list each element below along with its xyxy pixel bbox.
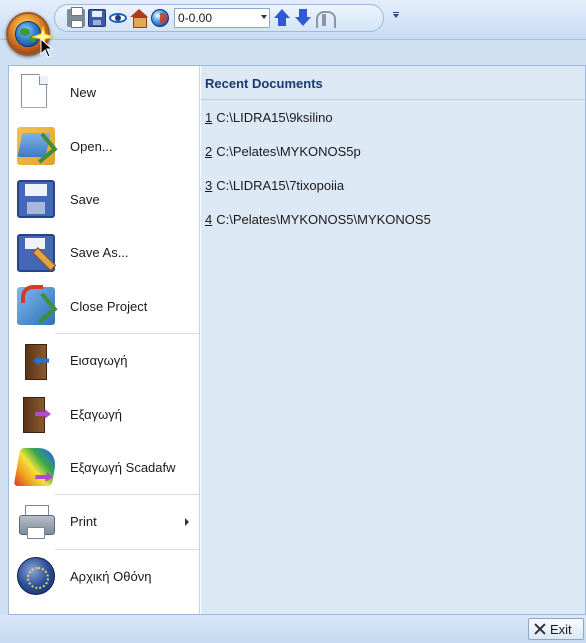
recent-documents-panel: Recent Documents 1 C:\LIDRA15\9ksilino 2…	[201, 66, 585, 614]
menu-item-label: Open...	[70, 138, 113, 154]
menu-item-open[interactable]: Open...	[9, 119, 199, 172]
menu-commands: New Open... Save Save As... Close Projec…	[9, 66, 200, 614]
menu-item-save-as[interactable]: Save As...	[9, 226, 199, 279]
export-icon	[17, 395, 55, 434]
menu-item-print[interactable]: Print	[9, 495, 199, 548]
print-icon[interactable]	[67, 7, 85, 28]
close-project-icon	[17, 285, 55, 326]
elevation-value: 0-0.00	[178, 11, 213, 25]
arrow-up-icon[interactable]	[273, 9, 291, 27]
quick-access-bar: 0-0.00	[0, 0, 586, 40]
menu-item-label: Save As...	[70, 245, 129, 261]
recent-item-path: C:\LIDRA15\7tixopoiia	[216, 177, 345, 193]
new-document-icon	[17, 73, 55, 112]
globe-icon[interactable]	[151, 9, 169, 27]
menu-item-save[interactable]: Save	[9, 173, 199, 226]
menu-footer: Exit	[0, 615, 586, 643]
save-icon	[17, 180, 55, 219]
arrow-down-icon[interactable]	[294, 9, 312, 27]
recent-item-path: C:\LIDRA15\9ksilino	[216, 109, 333, 125]
eye-icon[interactable]	[109, 13, 127, 23]
recent-item-number: 3	[205, 177, 213, 193]
home-screen-icon	[17, 557, 55, 596]
customize-toolbar-button[interactable]	[388, 8, 404, 28]
menu-item-export[interactable]: Εξαγωγή	[9, 387, 199, 440]
menu-item-close-project[interactable]: Close Project	[9, 280, 199, 333]
menu-item-label: Αρχική Οθόνη	[70, 568, 152, 584]
recent-document-item[interactable]: 1 C:\LIDRA15\9ksilino	[201, 100, 585, 134]
menu-item-label: Εξαγωγή Scadafw	[70, 459, 176, 475]
menu-item-label: Εισαγωγή	[70, 353, 128, 369]
recent-document-item[interactable]: 4 C:\Pelates\MYKONOS5\MYKONOS5	[201, 202, 585, 236]
menu-item-import[interactable]: Εισαγωγή	[9, 334, 199, 387]
quick-access-toolbar: 0-0.00	[54, 4, 384, 32]
save-icon[interactable]	[88, 9, 106, 27]
chevron-right-icon	[185, 517, 189, 526]
import-icon	[17, 342, 55, 380]
recent-item-number: 4	[205, 211, 213, 227]
menu-item-home-screen[interactable]: Αρχική Οθόνη	[9, 550, 199, 603]
menu-item-label: Save	[70, 191, 100, 207]
menu-item-label: Print	[70, 514, 97, 530]
recent-document-item[interactable]: 3 C:\LIDRA15\7tixopoiia	[201, 168, 585, 202]
exit-button[interactable]: Exit	[528, 618, 584, 640]
open-icon	[17, 127, 55, 166]
recent-item-path: C:\Pelates\MYKONOS5p	[216, 143, 361, 159]
export-scadafw-icon	[13, 448, 59, 487]
recent-item-number: 1	[205, 109, 213, 125]
application-menu: New Open... Save Save As... Close Projec…	[8, 65, 586, 615]
mouse-cursor-icon	[40, 38, 54, 58]
arch-icon[interactable]	[315, 9, 336, 28]
menu-item-export-scadafw[interactable]: Εξαγωγή Scadafw	[9, 441, 199, 494]
recent-item-path: C:\Pelates\MYKONOS5\MYKONOS5	[216, 211, 431, 227]
menu-item-label: Close Project	[70, 298, 148, 314]
menu-item-label: New	[70, 85, 97, 101]
recent-documents-header: Recent Documents	[201, 66, 585, 100]
print-icon	[17, 503, 55, 541]
menu-item-label: Εξαγωγή	[70, 406, 123, 422]
recent-item-number: 2	[205, 143, 213, 159]
exit-label: Exit	[550, 621, 572, 637]
elevation-dropdown[interactable]: 0-0.00	[174, 8, 270, 28]
save-as-icon	[17, 233, 55, 272]
menu-item-new[interactable]: New	[9, 66, 199, 119]
house-icon[interactable]	[130, 9, 148, 28]
chevron-down-icon	[261, 15, 267, 19]
close-icon	[533, 622, 547, 636]
recent-document-item[interactable]: 2 C:\Pelates\MYKONOS5p	[201, 134, 585, 168]
